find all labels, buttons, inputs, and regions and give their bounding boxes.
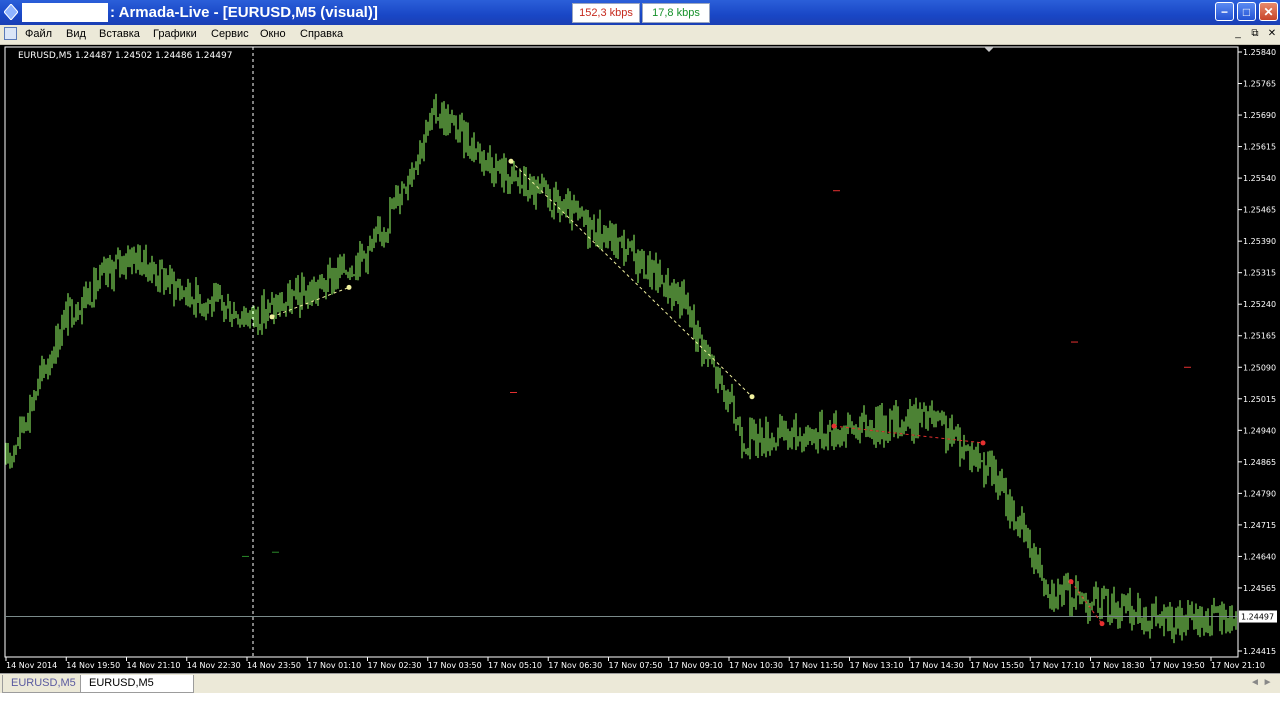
- menu-tools[interactable]: Сервис: [211, 27, 249, 41]
- tab-eurusd-m5-visual[interactable]: EURUSD,M5 (visual): [80, 675, 194, 706]
- x-tick-label: 17 Nov 07:50: [609, 661, 663, 670]
- x-tick-label: 17 Nov 03:50: [428, 661, 482, 670]
- menu-insert[interactable]: Вставка: [99, 27, 140, 41]
- x-tick-label: 17 Nov 06:30: [548, 661, 602, 670]
- chart-window-icon[interactable]: [4, 27, 17, 40]
- title-redacted-block: [22, 3, 108, 22]
- y-tick-label: 1.25090: [1243, 363, 1276, 372]
- chart-info-text: EURUSD,M5 1.24487 1.24502 1.24486 1.2449…: [18, 51, 232, 61]
- trade-line: [510, 160, 753, 398]
- x-tick-label: 14 Nov 23:50: [247, 661, 301, 670]
- download-speed: 152,3 kbps: [572, 3, 640, 23]
- trade-close-marker: [980, 440, 986, 446]
- x-tick-label: 17 Nov 13:10: [850, 661, 904, 670]
- menu-file[interactable]: Файл: [25, 27, 52, 41]
- x-tick-label: 17 Nov 17:10: [1030, 661, 1084, 670]
- window-title: : Armada-Live - [EURUSD,M5 (visual)]: [110, 4, 378, 21]
- y-tick-label: 1.25315: [1243, 269, 1276, 278]
- current-price-label: 1.24497: [1241, 613, 1274, 622]
- mdi-minimize-button[interactable]: _: [1231, 27, 1245, 41]
- y-tick-label: 1.24415: [1243, 647, 1276, 656]
- chart-tab-bar: EURUSD,M5 EURUSD,M5 (visual) ◄ ►: [0, 673, 1280, 706]
- y-tick-label: 1.24640: [1243, 552, 1276, 561]
- y-tick-label: 1.25540: [1243, 174, 1276, 183]
- price-chart[interactable]: EURUSD,M5 1.24487 1.24502 1.24486 1.2449…: [0, 45, 1280, 673]
- bottom-strip: [0, 693, 1280, 723]
- menu-bar: Файл Вид Вставка Графики Сервис Окно Спр…: [0, 25, 1280, 45]
- trade-close-marker: [749, 394, 755, 400]
- maximize-button[interactable]: □: [1237, 2, 1256, 21]
- x-tick-label: 17 Nov 01:10: [307, 661, 361, 670]
- x-tick-label: 17 Nov 05:10: [488, 661, 542, 670]
- close-button[interactable]: ✕: [1259, 2, 1278, 21]
- x-tick-label: 17 Nov 14:30: [910, 661, 964, 670]
- y-tick-label: 1.25840: [1243, 48, 1276, 57]
- y-tick-label: 1.25165: [1243, 332, 1276, 341]
- x-tick-label: 14 Nov 19:50: [66, 661, 120, 670]
- trade-close-marker: [1099, 621, 1105, 627]
- plot-frame: [4, 46, 1239, 658]
- y-tick-label: 1.25615: [1243, 143, 1276, 152]
- tab-eurusd-m5[interactable]: EURUSD,M5: [2, 675, 82, 693]
- x-tick-label: 14 Nov 21:10: [127, 661, 181, 670]
- chart-shift-marker-icon: [984, 47, 994, 52]
- x-tick-label: 17 Nov 11:50: [789, 661, 843, 670]
- x-tick-label: 17 Nov 09:10: [669, 661, 723, 670]
- y-tick-label: 1.24715: [1243, 521, 1276, 530]
- y-tick-label: 1.24865: [1243, 458, 1276, 467]
- x-tick-label: 14 Nov 22:30: [187, 661, 241, 670]
- app-logo-icon: [4, 4, 18, 20]
- x-tick-label: 17 Nov 19:50: [1151, 661, 1205, 670]
- y-tick-label: 1.25765: [1243, 80, 1276, 89]
- y-tick-label: 1.24940: [1243, 426, 1276, 435]
- menu-window[interactable]: Окно: [260, 27, 286, 41]
- y-tick-label: 1.25465: [1243, 206, 1276, 215]
- x-tick-label: 17 Nov 10:30: [729, 661, 783, 670]
- x-tick-label: 17 Nov 21:10: [1211, 661, 1265, 670]
- trade-open-marker: [269, 314, 275, 320]
- mdi-close-button[interactable]: ✕: [1265, 27, 1279, 41]
- mdi-restore-button[interactable]: ⧉: [1248, 27, 1262, 41]
- menu-help[interactable]: Справка: [300, 27, 343, 41]
- trade-open-marker: [1068, 579, 1074, 585]
- x-tick-label: 17 Nov 15:50: [970, 661, 1024, 670]
- y-tick-label: 1.25690: [1243, 111, 1276, 120]
- trade-open-marker: [508, 158, 514, 164]
- chart-area[interactable]: EURUSD,M5 1.24487 1.24502 1.24486 1.2449…: [0, 45, 1280, 673]
- trade-close-marker: [346, 284, 352, 290]
- y-tick-label: 1.25015: [1243, 395, 1276, 404]
- trade-open-marker: [831, 423, 837, 429]
- y-tick-label: 1.24790: [1243, 489, 1276, 498]
- tab-scroll-arrows[interactable]: ◄ ►: [1250, 677, 1273, 688]
- minimize-button[interactable]: −: [1215, 2, 1234, 21]
- x-tick-label: 14 Nov 2014: [6, 661, 57, 670]
- y-tick-label: 1.25390: [1243, 237, 1276, 246]
- y-tick-label: 1.24565: [1243, 584, 1276, 593]
- menu-view[interactable]: Вид: [66, 27, 86, 41]
- y-tick-label: 1.25240: [1243, 300, 1276, 309]
- title-bar: : Armada-Live - [EURUSD,M5 (visual)] 152…: [0, 0, 1280, 25]
- x-tick-label: 17 Nov 18:30: [1091, 661, 1145, 670]
- x-tick-label: 17 Nov 02:30: [368, 661, 422, 670]
- menu-charts[interactable]: Графики: [153, 27, 197, 41]
- upload-speed: 17,8 kbps: [642, 3, 710, 23]
